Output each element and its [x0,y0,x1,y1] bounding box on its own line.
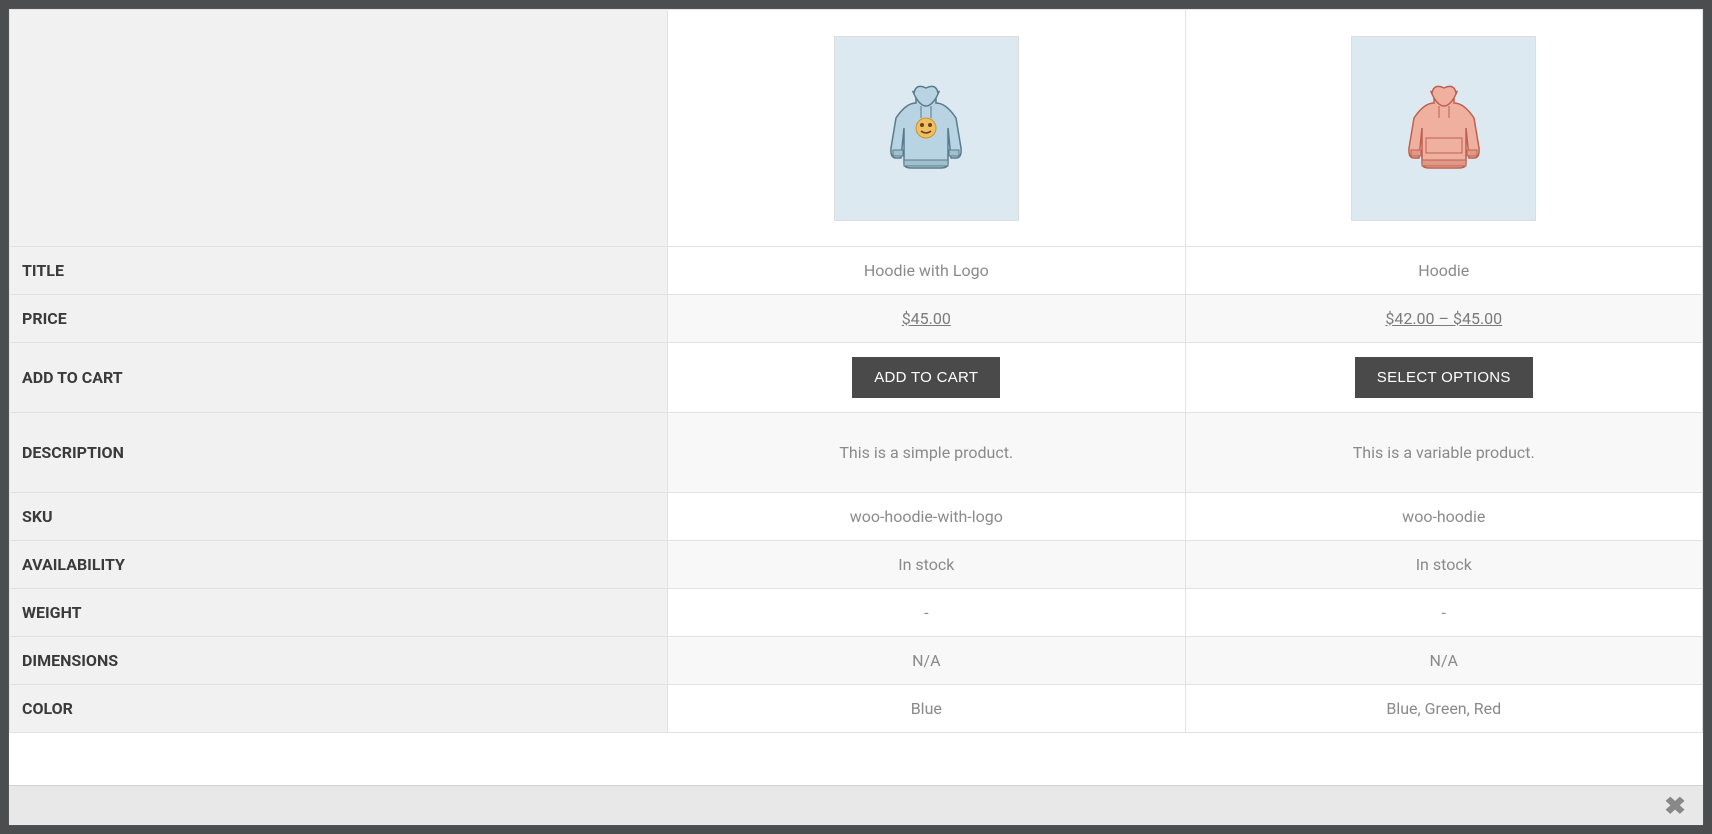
price-link[interactable]: $45.00 [902,309,951,328]
price-link[interactable]: $42.00 – $45.00 [1385,309,1502,328]
product-image-cell-0 [668,10,1185,247]
label-sku: SKU [10,493,668,541]
product-availability-0: In stock [668,541,1185,589]
close-icon[interactable]: ✖ [1664,792,1686,820]
row-weight: WEIGHT - - [10,589,1703,637]
row-description: DESCRIPTION This is a simple product. Th… [10,413,1703,493]
product-sku-0: woo-hoodie-with-logo [668,493,1185,541]
row-price: PRICE $45.00 $42.00 – $45.00 [10,295,1703,343]
compare-modal-content[interactable]: TITLE Hoodie with Logo Hoodie PRICE $45.… [9,9,1703,785]
row-sku: SKU woo-hoodie-with-logo woo-hoodie [10,493,1703,541]
product-dimensions-1: N/A [1185,637,1702,685]
product-dimensions-0: N/A [668,637,1185,685]
product-title-0: Hoodie with Logo [668,247,1185,295]
row-dimensions: DIMENSIONS N/A N/A [10,637,1703,685]
add-to-cart-button[interactable]: ADD TO CART [852,357,1000,398]
row-image [10,10,1703,247]
compare-modal: TITLE Hoodie with Logo Hoodie PRICE $45.… [8,8,1704,826]
product-weight-0: - [668,589,1185,637]
label-price: PRICE [10,295,668,343]
product-description-1: This is a variable product. [1185,413,1702,493]
label-color: COLOR [10,685,668,733]
label-add-to-cart: ADD TO CART [10,343,668,413]
hoodie-blue-icon [841,43,1012,214]
modal-footer: ✖ [9,785,1703,825]
row-availability: AVAILABILITY In stock In stock [10,541,1703,589]
product-description-0: This is a simple product. [668,413,1185,493]
product-image-frame[interactable] [1351,36,1536,221]
product-price-1: $42.00 – $45.00 [1185,295,1702,343]
row-title: TITLE Hoodie with Logo Hoodie [10,247,1703,295]
product-color-0: Blue [668,685,1185,733]
label-weight: WEIGHT [10,589,668,637]
product-sku-1: woo-hoodie [1185,493,1702,541]
product-availability-1: In stock [1185,541,1702,589]
product-image-cell-1 [1185,10,1702,247]
label-availability: AVAILABILITY [10,541,668,589]
row-add-to-cart: ADD TO CART ADD TO CART SELECT OPTIONS [10,343,1703,413]
row-color: COLOR Blue Blue, Green, Red [10,685,1703,733]
product-cart-0: ADD TO CART [668,343,1185,413]
product-weight-1: - [1185,589,1702,637]
hoodie-red-icon [1358,43,1529,214]
product-title-1: Hoodie [1185,247,1702,295]
label-description: DESCRIPTION [10,413,668,493]
compare-table: TITLE Hoodie with Logo Hoodie PRICE $45.… [9,9,1703,733]
select-options-button[interactable]: SELECT OPTIONS [1355,357,1533,398]
label-image [10,10,668,247]
label-dimensions: DIMENSIONS [10,637,668,685]
label-title: TITLE [10,247,668,295]
product-color-1: Blue, Green, Red [1185,685,1702,733]
product-price-0: $45.00 [668,295,1185,343]
product-image-frame[interactable] [834,36,1019,221]
product-cart-1: SELECT OPTIONS [1185,343,1702,413]
